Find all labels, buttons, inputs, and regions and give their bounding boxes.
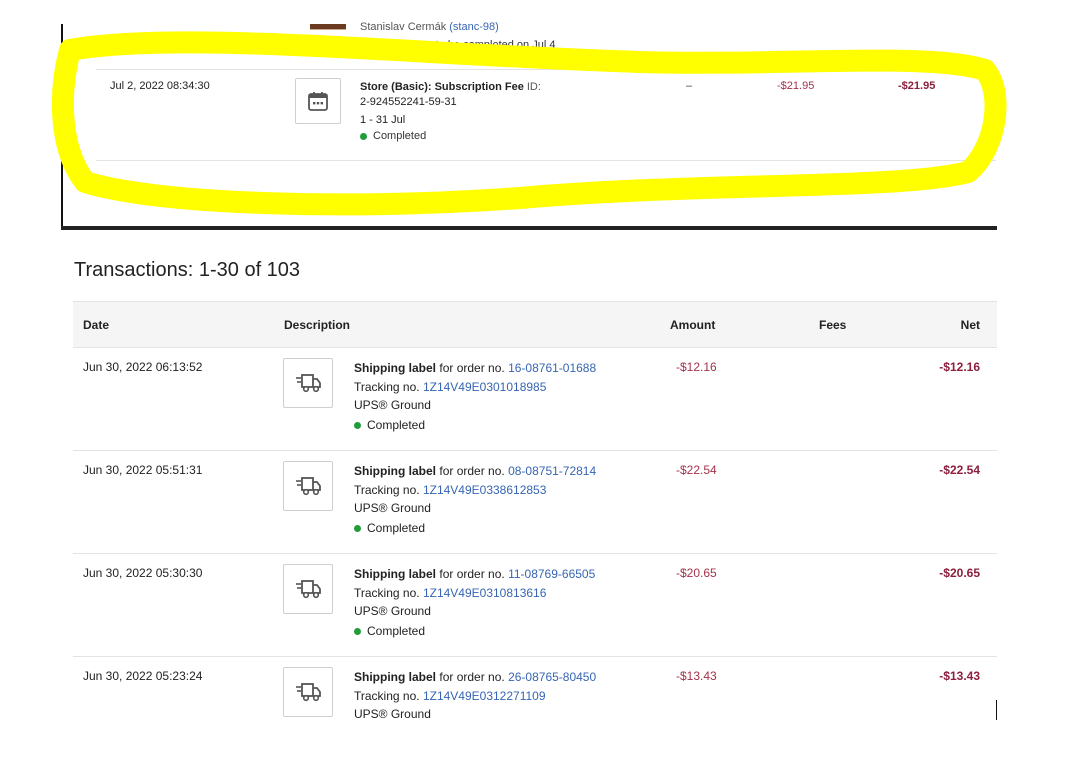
panel-border-bottom [61,226,997,230]
subscription-period: 1 - 31 Jul [360,114,406,126]
table-row: Jun 30, 2022 05:51:31 Shipping label for… [73,451,997,554]
item-thumbnail [310,24,346,30]
header-fees: Fees [819,318,847,332]
order-prefix: for order no. [439,670,505,684]
seller-info: Stanislav Cermák (stanc-98) [360,21,499,33]
completed-dot-icon [354,524,361,532]
panel-border-left [61,24,63,229]
shipping-truck-icon [283,564,333,614]
tracking-prefix: Tracking no. [354,688,420,703]
row-date: Jun 30, 2022 05:30:30 [83,566,203,580]
shipping-truck-icon [283,358,333,408]
row-status: Completed [354,521,425,535]
table-row: Jun 30, 2022 05:23:24 Shipping label for… [73,657,997,759]
completed-dot-icon [354,421,361,429]
row-status-text: Completed [367,418,426,432]
text-cursor [996,700,997,720]
row-description: Shipping label for order no. 11-08769-66… [354,565,595,621]
order-prefix: for order no. [439,464,505,478]
carrier: UPS® Ground [354,604,431,618]
carrier: UPS® Ground [354,398,431,412]
row-label: Shipping label [354,464,437,478]
tracking-number-link[interactable]: 1Z14V49E0312271109 [423,689,546,703]
row-net: -$22.54 [939,463,980,477]
row-net: -$20.65 [939,566,980,580]
row-status-text: Completed [367,521,426,535]
tracking-prefix: Tracking no. [354,585,420,600]
table-row: Jun 30, 2022 06:13:52 Shipping label for… [73,348,997,451]
row-net: -$13.43 [939,669,980,683]
completed-dot-icon [360,132,367,140]
processing-status: Processing : to be completed on Jul 4 [360,39,555,51]
row-description: Shipping label for order no. 26-08765-80… [354,668,596,724]
subscription-amount: -$21.95 [777,80,815,92]
row-date: Jun 30, 2022 06:13:52 [83,360,203,374]
header-amount: Amount [670,318,716,332]
transactions-table: Date Description Amount Fees Net Jun 30,… [73,301,997,759]
processing-status-text: Processing : to be completed on Jul 4 [372,39,556,51]
row-description: Shipping label for order no. 08-08751-72… [354,462,596,518]
table-row: Jun 30, 2022 05:30:30 Shipping label for… [73,554,997,657]
order-prefix: for order no. [439,361,505,375]
row-amount: -$12.16 [676,360,717,374]
row-net: -$12.16 [939,360,980,374]
row-divider [96,160,996,161]
header-net: Net [960,318,980,332]
row-amount: -$20.65 [676,566,717,580]
subscription-status-text: Completed [373,130,427,142]
tracking-prefix: Tracking no. [354,379,420,394]
completed-dot-icon [354,627,361,635]
row-divider [96,69,996,70]
tracking-number-link[interactable]: 1Z14V49E0301018985 [423,380,546,394]
subscription-status: Completed [360,130,426,142]
row-date: Jun 30, 2022 05:23:24 [83,669,203,683]
row-amount: -$13.43 [676,669,717,683]
row-status-text: Completed [367,624,426,638]
carrier: UPS® Ground [354,707,431,721]
table-header: Date Description Amount Fees Net [73,301,997,348]
order-number-link[interactable]: 16-08761-01688 [508,361,596,375]
subscription-id-label: ID: [526,81,541,93]
row-status: Completed [354,624,425,638]
order-number-link[interactable]: 26-08765-80450 [508,670,596,684]
tracking-prefix: Tracking no. [354,482,420,497]
order-number-link[interactable]: 11-08769-66505 [508,567,595,581]
subscription-net: -$21.95 [898,80,936,92]
carrier: UPS® Ground [354,501,431,515]
previous-screenshot-panel: Stanislav Cermák (stanc-98) Processing :… [0,0,1067,240]
subscription-description: Store (Basic): Subscription Fee ID: 2-92… [360,80,580,128]
seller-name: Stanislav Cermák [360,21,447,33]
order-prefix: for order no. [439,567,505,581]
row-date: Jun 30, 2022 05:51:31 [83,463,203,477]
seller-handle-link[interactable]: (stanc-98) [449,21,499,33]
subscription-fees: – [686,80,693,92]
row-label: Shipping label [354,567,437,581]
tracking-number-link[interactable]: 1Z14V49E0310813616 [423,586,546,600]
shipping-truck-icon [283,667,333,717]
transactions-title: Transactions: 1-30 of 103 [74,259,301,281]
calendar-icon [295,78,341,124]
subscription-title: Store (Basic): Subscription Fee [360,81,524,93]
row-label: Shipping label [354,361,437,375]
subscription-id: 2-924552241-59-31 [360,96,457,108]
header-description: Description [284,318,351,332]
row-amount: -$22.54 [676,463,717,477]
order-number-link[interactable]: 08-08751-72814 [508,464,596,478]
shipping-truck-icon [283,461,333,511]
row-status: Completed [354,418,425,432]
row-label: Shipping label [354,670,437,684]
header-date: Date [83,318,110,332]
tracking-number-link[interactable]: 1Z14V49E0338612853 [423,483,546,497]
processing-dot-icon [360,41,367,49]
row-description: Shipping label for order no. 16-08761-01… [354,359,596,415]
subscription-date: Jul 2, 2022 08:34:30 [110,80,210,92]
